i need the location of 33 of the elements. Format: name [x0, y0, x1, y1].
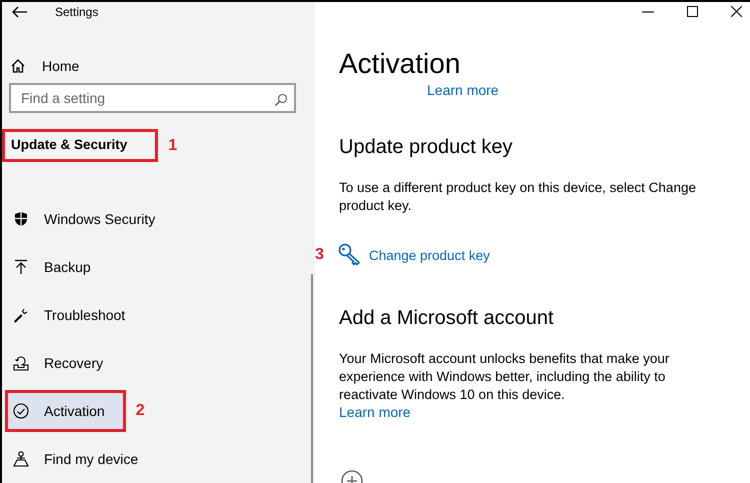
check-circle-icon: [13, 403, 29, 420]
section-heading: Update product key: [339, 136, 514, 159]
step-number: 2: [136, 402, 145, 420]
maximize-icon[interactable]: [687, 6, 698, 17]
person-pin-icon: [13, 451, 29, 468]
section-description: To use a different product key on this device, select Change product key.: [339, 179, 697, 215]
home-nav-item[interactable]: Home: [10, 56, 311, 76]
section-heading: Add a Microsoft account: [339, 307, 555, 330]
search-icon: [274, 93, 288, 108]
recovery-icon: [13, 355, 29, 372]
section-description: Your Microsoft account unlocks benefits that make your experience with Windows better, including the ability to reactivate Windows 10 on this device.: [339, 350, 670, 404]
sidebar-item[interactable]: Find my device: [5, 438, 160, 480]
sidebar-item[interactable]: Troubleshoot: [5, 294, 146, 336]
sidebar-item[interactable]: Recovery: [5, 342, 124, 384]
search-field[interactable]: Find a setting: [9, 83, 296, 114]
sidebar-item[interactable]: Backup: [5, 246, 112, 288]
minimize-icon[interactable]: [642, 10, 654, 12]
sidebar-item[interactable]: Activation: [5, 390, 126, 432]
step-number: 3: [315, 246, 325, 264]
step-number: 1: [168, 136, 178, 155]
sidebar-item[interactable]: Windows Security: [5, 198, 176, 240]
back-arrow-icon[interactable]: [12, 6, 28, 18]
window-title: Settings: [55, 4, 98, 19]
key-icon: [338, 243, 362, 267]
wrench-icon: [13, 307, 29, 324]
home-icon: [10, 58, 26, 74]
learn-more-link[interactable]: Learn more: [339, 404, 411, 420]
upload-arrow-icon: [13, 259, 29, 276]
shield-icon: [13, 211, 29, 228]
learn-more-link[interactable]: Learn more: [427, 82, 499, 98]
close-icon[interactable]: [731, 6, 742, 17]
page-title: Activation: [339, 48, 460, 79]
category-heading: Update & Security: [2, 129, 158, 162]
